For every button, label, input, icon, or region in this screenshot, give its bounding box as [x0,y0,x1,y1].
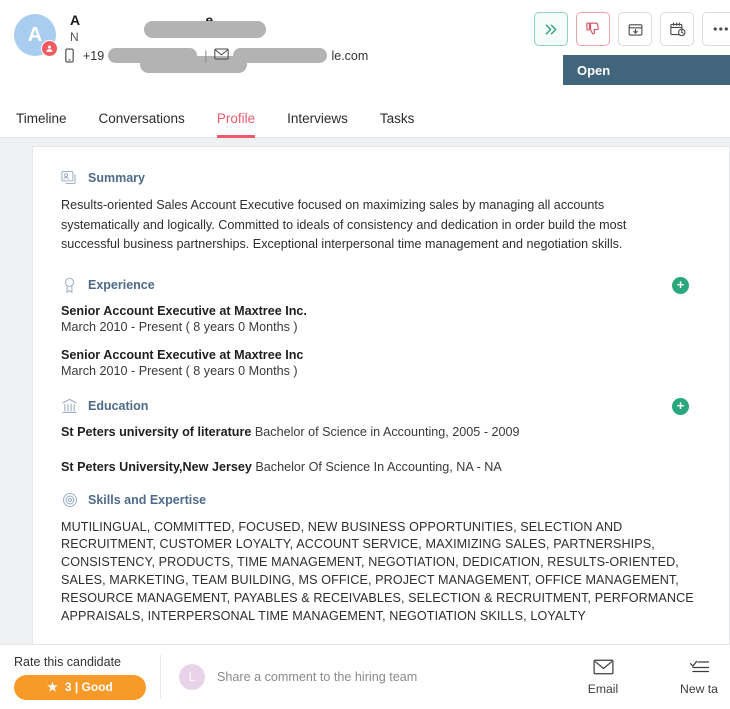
experience-entry-dates: March 2010 - Present ( 8 years 0 Months … [61,319,298,334]
reject-button[interactable] [576,12,610,46]
profile-body: Summary Results-oriented Sales Account E… [0,138,730,703]
redaction-block-email [233,48,328,63]
profile-tabs: Timeline Conversations Profile Interview… [0,100,730,138]
education-school: St Peters university of literature [61,424,252,439]
experience-section: Experience + Senior Account Executive at… [61,276,701,378]
avatar: A [14,14,58,57]
rating-section: Rate this candidate ★ 3 | Good [0,655,160,700]
rating-value: 3 | Good [64,680,113,694]
comment-input[interactable]: Share a comment to the hiring team [217,670,417,684]
tab-tasks[interactable]: Tasks [380,100,415,138]
skills-title: Skills and Expertise [88,493,207,508]
summary-section: Summary Results-oriented Sales Account E… [61,169,701,255]
experience-entry-dates: March 2010 - Present ( 8 years 0 Months … [61,363,298,378]
institution-icon [61,398,78,415]
email-address: le.com [331,48,369,63]
experience-entry: Senior Account Executive at Maxtree Inc … [61,348,701,378]
tab-conversations[interactable]: Conversations [99,100,185,138]
summary-text: Results-oriented Sales Account Executive… [61,198,627,252]
task-list-icon [689,659,710,675]
archive-button[interactable] [618,12,652,46]
award-ribbon-icon [61,277,78,294]
email-button[interactable]: Email [576,659,630,696]
experience-entry-title: Senior Account Executive at Maxtree Inc [61,347,304,362]
target-rings-icon [61,492,78,509]
candidate-name-prefix: A [70,12,80,28]
status-dropdown[interactable]: Open ▾ [563,55,730,85]
rating-badge[interactable]: ★ 3 | Good [14,674,146,700]
more-options-button[interactable] [702,12,730,46]
status-label: Open [577,62,611,78]
add-education-button[interactable]: + [672,397,689,415]
candidate-name: A e [70,12,266,38]
comment-composer[interactable]: L Share a comment to the hiring team [161,664,576,690]
advance-stage-button[interactable] [534,12,568,46]
education-title: Education [88,399,149,414]
education-entry: St Peters University,New Jersey Bachelor… [61,460,701,474]
profile-card: Summary Results-oriented Sales Account E… [32,146,730,703]
redaction-block-name [144,21,266,38]
footer-actions: Email New ta [576,659,730,696]
experience-title: Experience [88,278,155,293]
comment-avatar: L [179,664,205,690]
tab-interviews[interactable]: Interviews [287,100,348,138]
contact-separator: | [204,48,208,63]
tab-timeline[interactable]: Timeline [16,100,67,138]
redaction-block-phone [108,48,198,63]
candidate-profile-page: A A e N +19 | le.com Open Timeline Conve… [0,0,730,709]
envelope-icon [214,48,230,63]
new-task-label: New ta [680,681,718,696]
education-detail: Bachelor of Science in Accounting, 2005 … [254,424,520,439]
add-experience-button[interactable]: + [672,276,689,294]
contact-row: +19 | le.com [64,48,368,63]
star-icon: ★ [47,680,58,694]
rate-label: Rate this candidate [14,654,122,669]
candidate-header: A A e N +19 | le.com Open [0,0,730,100]
skills-text: MUTILINGUAL, COMMITTED, FOCUSED, NEW BUS… [61,519,694,623]
header-actions [534,12,730,46]
education-section: Education + St Peters university of lite… [61,397,701,474]
summary-title: Summary [88,170,145,185]
education-entry: St Peters university of literature Bache… [61,425,701,439]
profile-card-icon [61,169,78,186]
phone-number: +19 [83,48,105,63]
education-school: St Peters University,New Jersey [61,459,252,474]
education-detail: Bachelor Of Science In Accounting, NA - … [255,459,502,474]
email-label: Email [587,681,619,696]
footer-bar: Rate this candidate ★ 3 | Good L Share a… [0,644,730,709]
candidate-subtitle: N [70,30,247,73]
experience-entry: Senior Account Executive at Maxtree Inc.… [61,304,701,334]
new-task-button[interactable]: New ta [672,659,726,696]
schedule-button[interactable] [660,12,694,46]
envelope-icon [592,659,614,675]
skills-section: Skills and Expertise MUTILINGUAL, COMMIT… [61,492,701,626]
tab-profile[interactable]: Profile [216,100,256,138]
person-badge-icon [41,40,58,57]
experience-entry-title: Senior Account Executive at Maxtree Inc. [61,303,307,318]
mobile-phone-icon [64,48,79,63]
candidate-subtitle-prefix: N [70,30,79,44]
